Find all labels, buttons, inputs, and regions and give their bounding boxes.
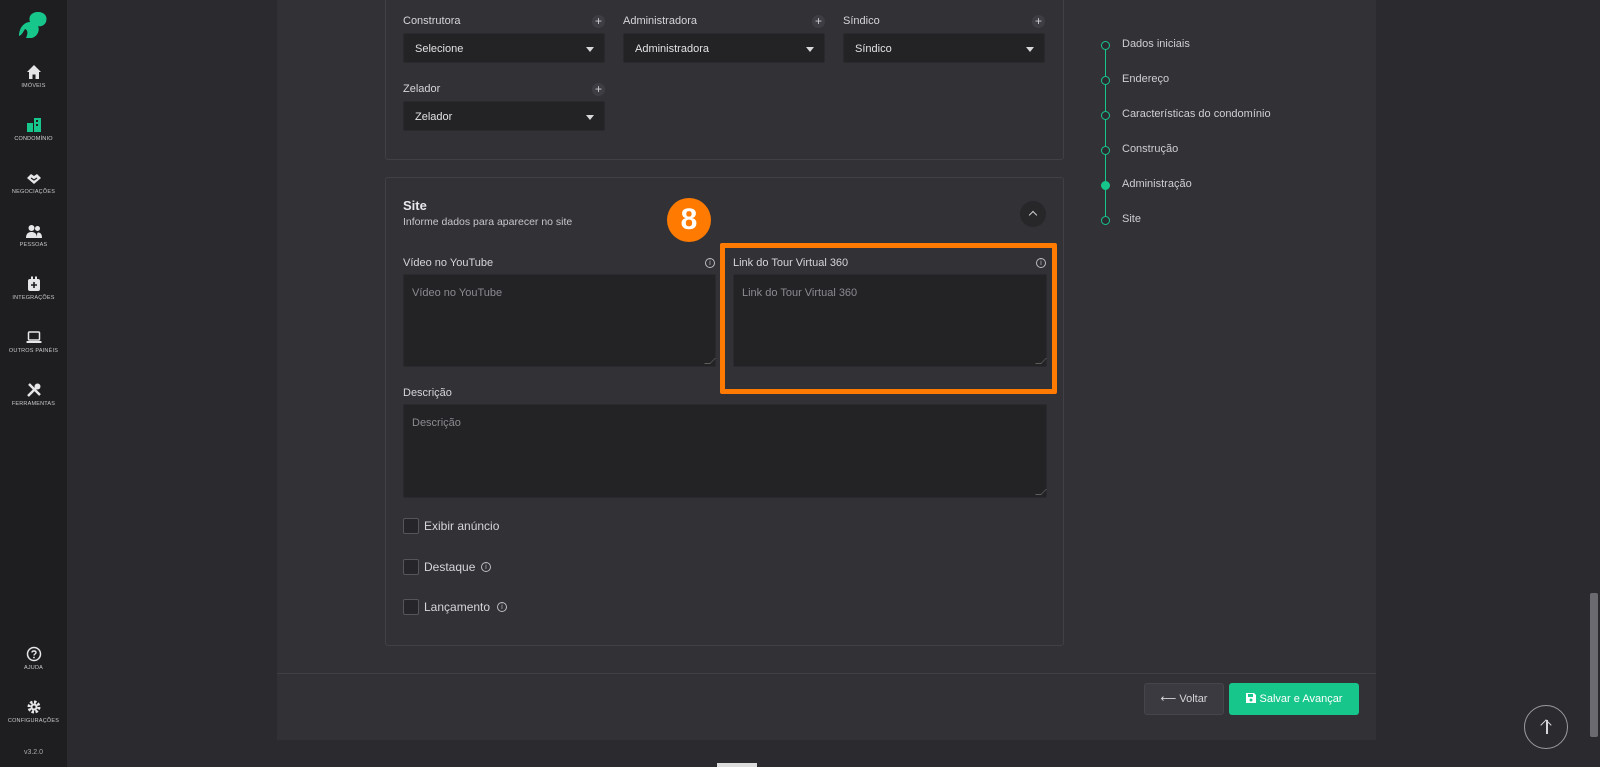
add-sindico-button[interactable]: + <box>1032 15 1045 28</box>
youtube-label: Vídeo no YouTube <box>403 257 494 269</box>
tools-icon <box>26 383 41 397</box>
nav-item-integracoes[interactable]: INTEGRAÇÕES <box>0 276 67 301</box>
step-dot-active <box>1101 181 1110 190</box>
sindico-value: Síndico <box>855 43 892 55</box>
nav-item-label: OUTROS PAINÉIS <box>8 348 59 354</box>
version-label: v3.2.0 <box>23 749 44 756</box>
resize-handle[interactable] <box>704 358 716 364</box>
steps-line <box>1105 49 1106 221</box>
plug-icon <box>27 276 40 291</box>
nav-item-outros-paineis[interactable]: OUTROS PAINÉIS <box>0 329 67 354</box>
nav-item-imoveis[interactable]: IMÓVEIS <box>0 64 67 89</box>
step-dot <box>1101 41 1110 50</box>
nav-item-label: FERRAMENTAS <box>11 401 56 407</box>
back-button[interactable]: ⟵ Voltar <box>1144 683 1224 715</box>
lancamento-label: Lançamento <box>424 600 491 614</box>
sidebar: IMÓVEIS CONDOMÍNIO NEGOCIAÇÕES PESSOAS I… <box>0 0 67 767</box>
laptop-icon <box>26 331 41 343</box>
nav-item-condominio[interactable]: CONDOMÍNIO <box>0 117 67 142</box>
site-section-title: Site <box>403 198 427 213</box>
info-icon[interactable]: i <box>481 562 491 572</box>
step-dot <box>1101 216 1110 225</box>
footer-divider <box>277 673 1376 674</box>
youtube-placeholder: Vídeo no YouTube <box>412 287 503 299</box>
nav-item-label: CONFIGURAÇÕES <box>7 718 60 724</box>
chevron-down-icon <box>586 47 594 52</box>
nav-item-label: NEGOCIAÇÕES <box>11 189 56 195</box>
nav-item-label: PESSOAS <box>19 242 48 248</box>
info-icon[interactable]: i <box>705 258 715 268</box>
highlight-box <box>720 243 1057 394</box>
step-caracteristicas[interactable]: Características do condomínio <box>1122 108 1271 120</box>
step-dados-iniciais[interactable]: Dados iniciais <box>1122 38 1190 50</box>
arrow-left-icon: ⟵ <box>1160 693 1177 705</box>
scrollbar-thumb[interactable] <box>1590 593 1598 737</box>
lancamento-checkbox[interactable] <box>403 599 419 615</box>
resize-handle[interactable] <box>1035 489 1047 495</box>
home-icon <box>26 65 41 79</box>
step-number-badge: 8 <box>667 198 711 242</box>
nav-item-pessoas[interactable]: PESSOAS <box>0 223 67 248</box>
nav-item-ajuda[interactable]: AJUDA <box>0 646 67 671</box>
administradora-label: Administradora <box>623 15 697 27</box>
chevron-down-icon <box>806 47 814 52</box>
help-icon <box>26 646 41 662</box>
nav-item-label: INTEGRAÇÕES <box>12 295 55 301</box>
administration-card <box>385 0 1064 160</box>
add-administradora-button[interactable]: + <box>812 15 825 28</box>
descricao-label: Descrição <box>403 387 452 399</box>
nav-item-negociacoes[interactable]: NEGOCIAÇÕES <box>0 170 67 195</box>
gear-icon <box>27 700 40 714</box>
site-section-subtitle: Informe dados para aparecer no site <box>403 216 573 228</box>
sindico-label: Síndico <box>843 15 880 27</box>
save-button-label: Salvar e Avançar <box>1259 693 1343 705</box>
chevron-down-icon <box>586 115 594 120</box>
construtora-value: Selecione <box>415 43 464 55</box>
add-zelador-button[interactable]: + <box>592 83 605 96</box>
scroll-to-top-button[interactable] <box>1524 705 1568 749</box>
zelador-select[interactable]: Zelador <box>403 101 605 131</box>
nav-item-label: AJUDA <box>23 665 44 671</box>
descricao-placeholder: Descrição <box>412 417 461 429</box>
chevron-down-icon <box>1026 47 1034 52</box>
zelador-value: Zelador <box>415 111 453 123</box>
sindico-select[interactable]: Síndico <box>843 33 1045 63</box>
step-endereco[interactable]: Endereço <box>1122 73 1169 85</box>
step-construcao[interactable]: Construção <box>1122 143 1178 155</box>
step-administracao[interactable]: Administração <box>1122 178 1192 190</box>
step-site[interactable]: Site <box>1122 213 1141 225</box>
construtora-label: Construtora <box>403 15 461 27</box>
exibir-anuncio-checkbox[interactable] <box>403 518 419 534</box>
descricao-textarea[interactable]: Descrição <box>403 404 1047 498</box>
nav-item-configuracoes[interactable]: CONFIGURAÇÕES <box>0 699 67 724</box>
back-button-label: Voltar <box>1179 693 1208 705</box>
youtube-textarea[interactable]: Vídeo no YouTube <box>403 274 716 367</box>
building-icon <box>26 118 41 132</box>
step-dot <box>1101 76 1110 85</box>
nav-item-ferramentas[interactable]: FERRAMENTAS <box>0 382 67 407</box>
nav-item-label: CONDOMÍNIO <box>14 136 53 142</box>
destaque-label: Destaque <box>424 560 476 574</box>
logo-icon[interactable] <box>16 10 50 40</box>
handshake-icon <box>26 174 41 184</box>
save-icon <box>1245 693 1256 703</box>
collapse-site-button[interactable] <box>1020 201 1046 227</box>
people-icon <box>25 225 42 238</box>
zelador-label: Zelador <box>403 83 441 95</box>
step-dot <box>1101 111 1110 120</box>
administradora-select[interactable]: Administradora <box>623 33 825 63</box>
bottom-indicator <box>717 763 757 767</box>
exibir-anuncio-label: Exibir anúncio <box>424 519 500 533</box>
step-dot <box>1101 146 1110 155</box>
add-construtora-button[interactable]: + <box>592 15 605 28</box>
destaque-checkbox[interactable] <box>403 559 419 575</box>
construtora-select[interactable]: Selecione <box>403 33 605 63</box>
nav-item-label: IMÓVEIS <box>21 83 46 89</box>
info-icon[interactable]: i <box>497 602 507 612</box>
administradora-value: Administradora <box>635 43 709 55</box>
save-and-next-button[interactable]: Salvar e Avançar <box>1229 683 1359 715</box>
